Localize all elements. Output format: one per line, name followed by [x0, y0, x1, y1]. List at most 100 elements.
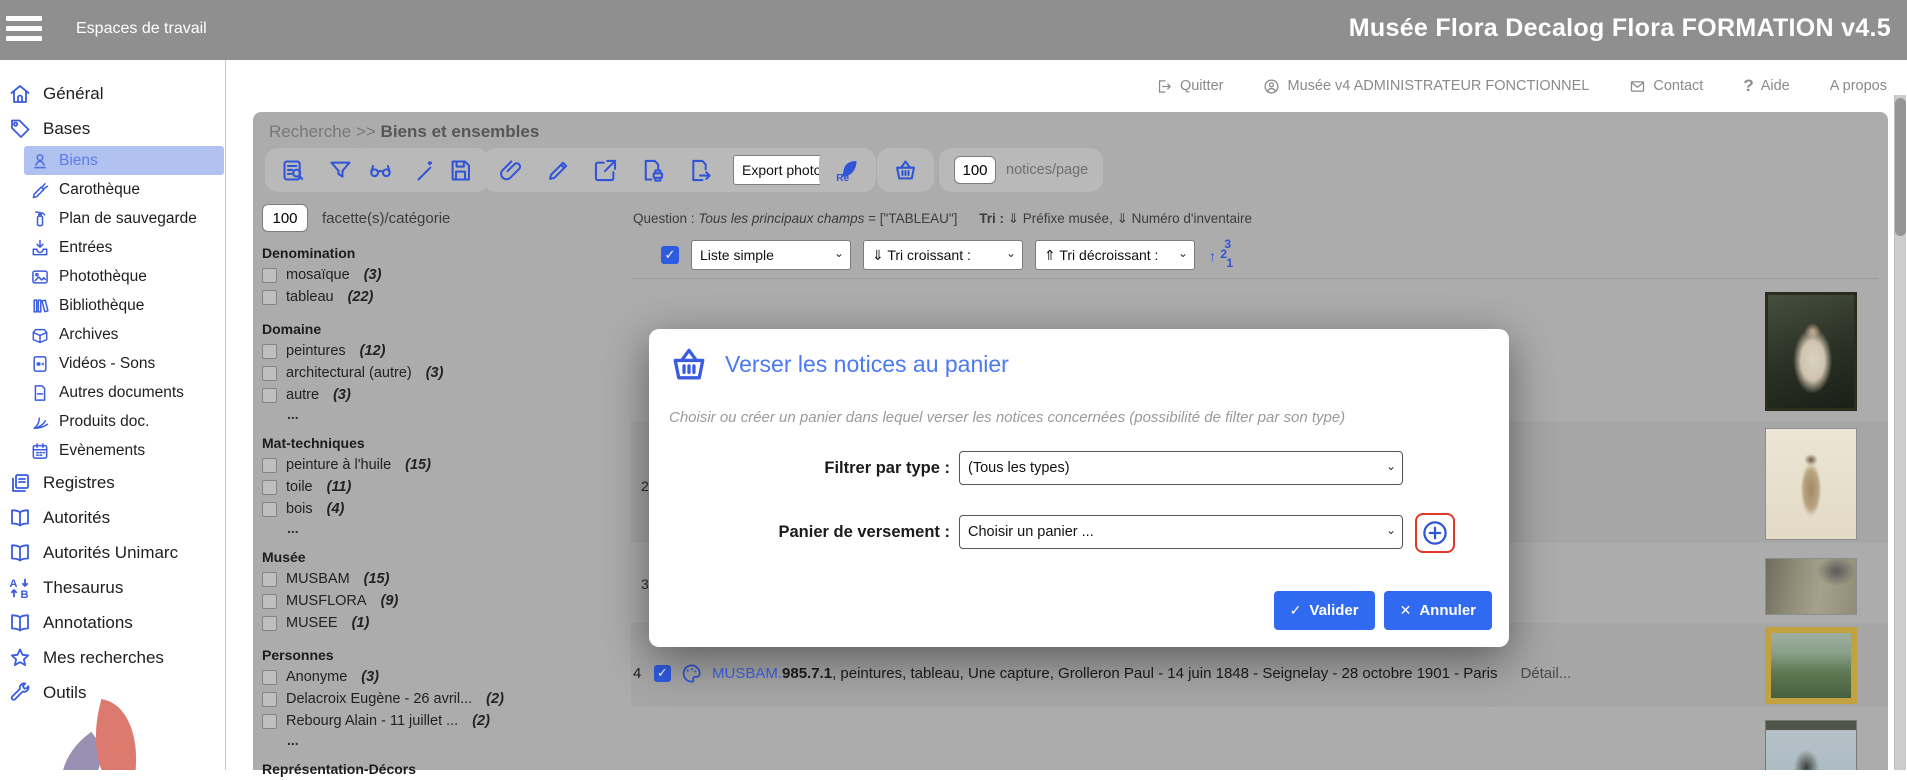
breadcrumb-section: Recherche [269, 122, 351, 141]
export-file-icon[interactable] [686, 157, 713, 184]
facet-group: MuséeMUSBAM(15)MUSFLORA(9)MUSEE(1) [262, 549, 607, 634]
sidebar-item-autorites[interactable]: Autorités [0, 500, 225, 535]
facet-item[interactable]: autre(3) [262, 384, 607, 406]
notices-per-page-input[interactable] [954, 156, 996, 184]
facet-item[interactable]: MUSFLORA(9) [262, 590, 607, 612]
sidebar-item-autres-documents[interactable]: Autres documents [0, 378, 225, 407]
facet-item[interactable]: Delacroix Eugène - 26 avril...(2) [262, 688, 607, 710]
x-icon: ✕ [1400, 602, 1412, 619]
account-link-user[interactable]: Musée v4 ADMINISTRATEUR FONCTIONNEL [1263, 78, 1589, 95]
sidebar-item-videos-sons[interactable]: Vidéos - Sons [0, 349, 225, 378]
sidebar-item-bibliotheque[interactable]: Bibliothèque [0, 291, 225, 320]
facet-more-link[interactable]: ... [262, 520, 607, 536]
facet-checkbox[interactable] [262, 594, 277, 609]
hamburger-menu-icon[interactable] [6, 16, 42, 44]
facet-checkbox[interactable] [262, 616, 277, 631]
view-mode-select[interactable]: Liste simple [691, 240, 851, 270]
facet-item[interactable]: MUSBAM(15) [262, 568, 607, 590]
painting-thumbnail-landscape-castle[interactable] [1765, 558, 1857, 615]
add-basket-button-highlighted[interactable] [1415, 513, 1455, 553]
detail-link[interactable]: Détail... [1520, 665, 1571, 682]
sidebar-item-annotations[interactable]: Annotations [0, 605, 225, 640]
facet-more-link[interactable]: ... [262, 732, 607, 748]
sidebar-item-mes-recherches[interactable]: Mes recherches [0, 640, 225, 675]
print-file-icon[interactable] [639, 157, 666, 184]
facet-count: (11) [327, 479, 352, 495]
question-expression: Tous les principaux champs [698, 211, 864, 226]
facet-item[interactable]: Rebourg Alain - 11 juillet ...(2) [262, 710, 607, 732]
facet-checkbox[interactable] [262, 268, 277, 283]
facet-group: PersonnesAnonyme(3)Delacroix Eugène - 26… [262, 647, 607, 748]
sidebar-item-carotheque[interactable]: Carothèque [0, 175, 225, 204]
sort-asc-select[interactable]: ⇓ Tri croissant : [863, 240, 1023, 270]
save-icon[interactable] [447, 157, 474, 184]
sidebar-item-registres[interactable]: Registres [0, 465, 225, 500]
facet-checkbox[interactable] [262, 344, 277, 359]
facet-item[interactable]: peintures(12) [262, 340, 607, 362]
sort-desc-select[interactable]: ⇑ Tri décroissant : [1035, 240, 1195, 270]
facet-checkbox[interactable] [262, 692, 277, 707]
facet-group-title: Domaine [262, 321, 607, 340]
facet-count-input[interactable] [262, 204, 308, 232]
sidebar-item-bases[interactable]: Bases [0, 111, 225, 146]
record-prefix-link[interactable]: MUSBAM. [712, 665, 782, 682]
sidebar-item-archives[interactable]: Archives [0, 320, 225, 349]
sidebar-item-phototheque[interactable]: Photothèque [0, 262, 225, 291]
facet-item[interactable]: tableau(22) [262, 286, 607, 308]
facet-item[interactable]: Anonyme(3) [262, 666, 607, 688]
sidebar-item-evenements[interactable]: Evènements [0, 436, 225, 465]
basket-select[interactable]: Choisir un panier ... [959, 515, 1403, 549]
facet-more-link[interactable]: ... [262, 406, 607, 422]
facet-item[interactable]: peinture à l'huile(15) [262, 454, 607, 476]
paperclip-icon[interactable] [498, 157, 525, 184]
sidebar-item-produits-doc[interactable]: Produits doc. [0, 407, 225, 436]
select-all-checkbox[interactable]: ✓ [661, 246, 679, 264]
glasses-icon[interactable] [367, 157, 394, 184]
painting-thumbnail-soldier[interactable] [1765, 720, 1857, 770]
cancel-button[interactable]: ✕ Annuler [1384, 591, 1492, 630]
external-link-icon[interactable] [592, 157, 619, 184]
numeric-sort-icon[interactable]: 3↑21 [1207, 240, 1233, 270]
filter-icon[interactable] [327, 157, 354, 184]
vertical-scrollbar-thumb[interactable] [1895, 98, 1906, 236]
facet-checkbox[interactable] [262, 572, 277, 587]
facet-checkbox[interactable] [262, 388, 277, 403]
sidebar-item-autorites-unimarc[interactable]: Autorités Unimarc [0, 535, 225, 570]
feather-re-icon[interactable]: Re [834, 157, 861, 184]
record-description: , peintures, tableau, Une capture, Groll… [832, 665, 1497, 682]
facet-checkbox[interactable] [262, 290, 277, 305]
facet-checkbox[interactable] [262, 670, 277, 685]
account-link-aide[interactable]: ?Aide [1743, 76, 1789, 96]
facet-item[interactable]: bois(4) [262, 498, 607, 520]
filter-type-select[interactable]: (Tous les types) [959, 451, 1403, 485]
row-checkbox[interactable]: ✓ [654, 665, 671, 682]
sidebar-item-label: Entrées [59, 239, 112, 257]
account-link-a-propos[interactable]: A propos [1830, 78, 1887, 94]
facet-item[interactable]: mosaïque(3) [262, 264, 607, 286]
painting-thumbnail-standing-man[interactable] [1765, 428, 1857, 540]
facet-checkbox[interactable] [262, 714, 277, 729]
breadcrumb: Recherche >> Biens et ensembles [269, 122, 539, 142]
painting-thumbnail-framed-landscape[interactable] [1765, 627, 1857, 704]
facet-checkbox[interactable] [262, 502, 277, 517]
account-link-contact[interactable]: Contact [1629, 78, 1703, 95]
vertical-scrollbar-track[interactable] [1894, 95, 1906, 770]
sidebar-item-entrees[interactable]: Entrées [0, 233, 225, 262]
sidebar-item-general[interactable]: Général [0, 76, 225, 111]
facet-item[interactable]: architectural (autre)(3) [262, 362, 607, 384]
pencil-icon[interactable] [545, 157, 572, 184]
validate-button[interactable]: ✓ Valider [1274, 591, 1375, 630]
list-search-icon[interactable] [280, 157, 307, 184]
sidebar-item-label: Thesaurus [43, 578, 123, 598]
facet-item[interactable]: toile(11) [262, 476, 607, 498]
facet-checkbox[interactable] [262, 366, 277, 381]
account-link-quitter[interactable]: Quitter [1156, 78, 1224, 95]
facet-checkbox[interactable] [262, 480, 277, 495]
facet-checkbox[interactable] [262, 458, 277, 473]
painting-thumbnail-portrait-woman[interactable] [1765, 292, 1857, 411]
sidebar-item-biens[interactable]: Biens [24, 146, 224, 175]
facet-item[interactable]: MUSEE(1) [262, 612, 607, 634]
basket-icon[interactable] [892, 157, 919, 184]
sidebar-item-thesaurus[interactable]: ABThesaurus [0, 570, 225, 605]
sidebar-item-plan-de-sauvegarde[interactable]: Plan de sauvegarde [0, 204, 225, 233]
